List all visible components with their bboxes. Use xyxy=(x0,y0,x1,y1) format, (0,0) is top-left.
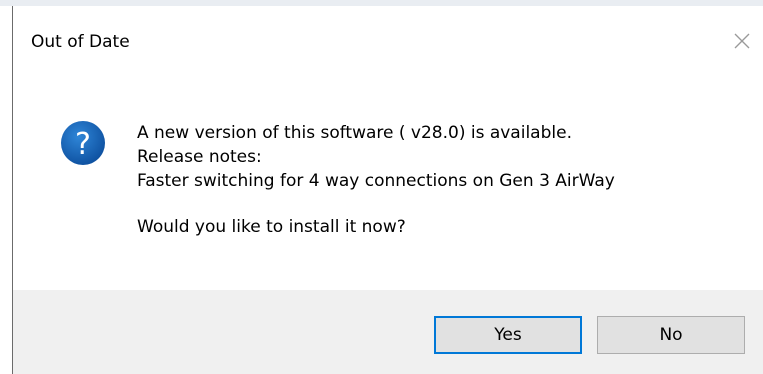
dialog-message: A new version of this software ( v28.0) … xyxy=(137,121,615,239)
message-line-version: A new version of this software ( v28.0) … xyxy=(137,123,572,143)
message-line-question: Would you like to install it now? xyxy=(137,217,406,237)
button-bar: Yes No xyxy=(13,290,763,374)
message-line-notes-detail: Faster switching for 4 way connections o… xyxy=(137,171,615,191)
title-bar[interactable]: Out of Date xyxy=(13,6,763,74)
yes-button[interactable]: Yes xyxy=(434,316,582,354)
dialog-content: ? A new version of this software ( v28.0… xyxy=(13,74,763,290)
question-icon: ? xyxy=(59,119,107,167)
message-line-release-notes: Release notes: xyxy=(137,147,262,167)
close-button[interactable] xyxy=(725,24,759,58)
no-button[interactable]: No xyxy=(597,316,745,354)
svg-text:?: ? xyxy=(75,127,91,162)
dialog-title: Out of Date xyxy=(31,32,130,52)
message-dialog: Out of Date ? A new version of this soft… xyxy=(12,6,763,374)
close-icon xyxy=(734,33,750,49)
